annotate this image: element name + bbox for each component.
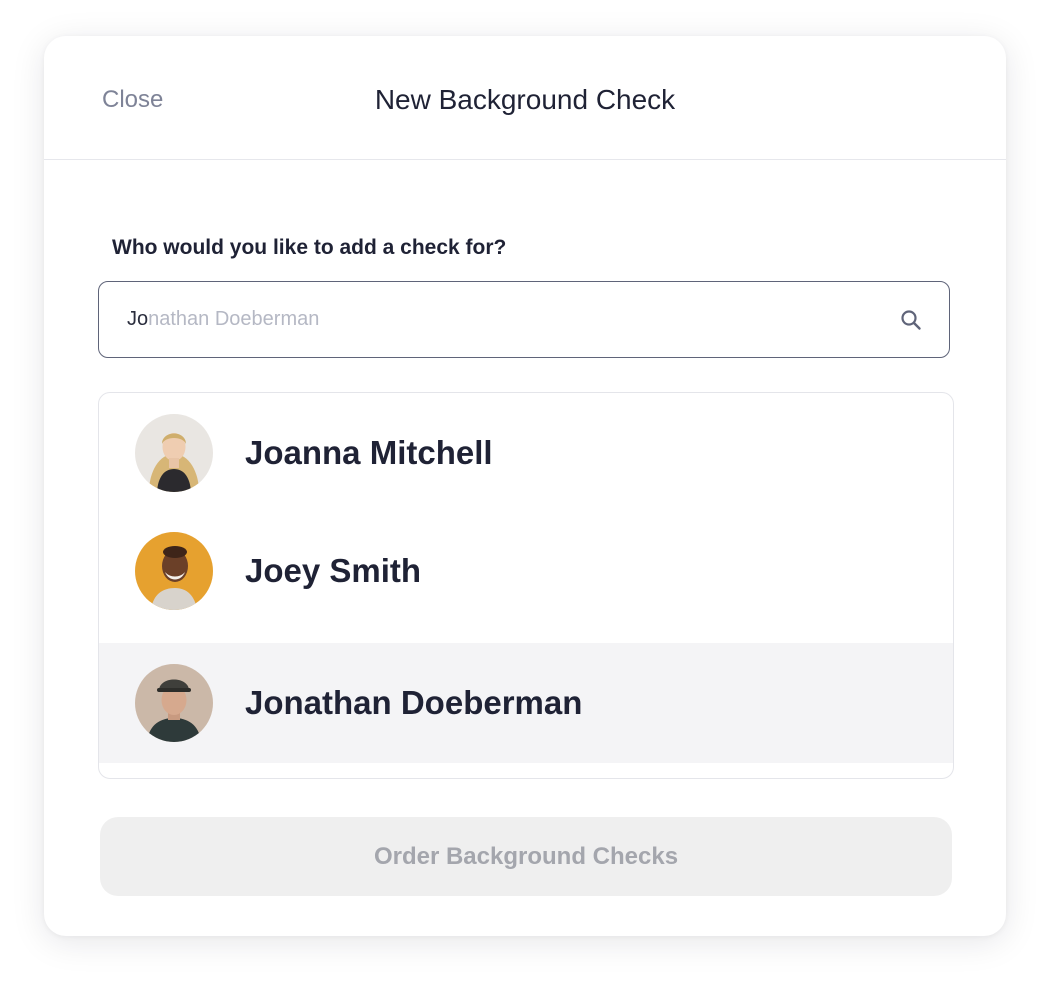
result-item-jonathan-doeberman[interactable]: Jonathan Doeberman [99,643,953,763]
search-icon[interactable] [899,308,923,332]
search-autocomplete-suggestion: nathan Doeberman [148,308,320,330]
avatar [135,532,213,610]
result-name: Jonathan Doeberman [245,684,583,721]
result-item-joanna-mitchell[interactable]: Joanna Mitchell [99,393,953,513]
order-background-checks-button[interactable]: Order Background Checks [100,817,952,896]
result-name: Joanna Mitchell [245,434,493,471]
search-results-list: Joanna Mitchell Joey Smith Jonathan Doeb… [98,392,954,779]
avatar [135,414,213,492]
search-typed-value: Jo [127,308,149,330]
result-item-joey-smith[interactable]: Joey Smith [99,511,953,631]
person-search-input[interactable]: Jonathan Doeberman [98,281,950,358]
avatar [135,664,213,742]
search-question-label: Who would you like to add a check for? [112,236,507,259]
background-check-modal: Close New Background Check Who would you… [44,36,1006,936]
result-name: Joey Smith [245,552,422,589]
search-input-text[interactable]: Jonathan Doeberman [127,282,319,356]
modal-title: New Background Check [374,84,676,115]
modal-header: Close New Background Check [44,36,1006,160]
